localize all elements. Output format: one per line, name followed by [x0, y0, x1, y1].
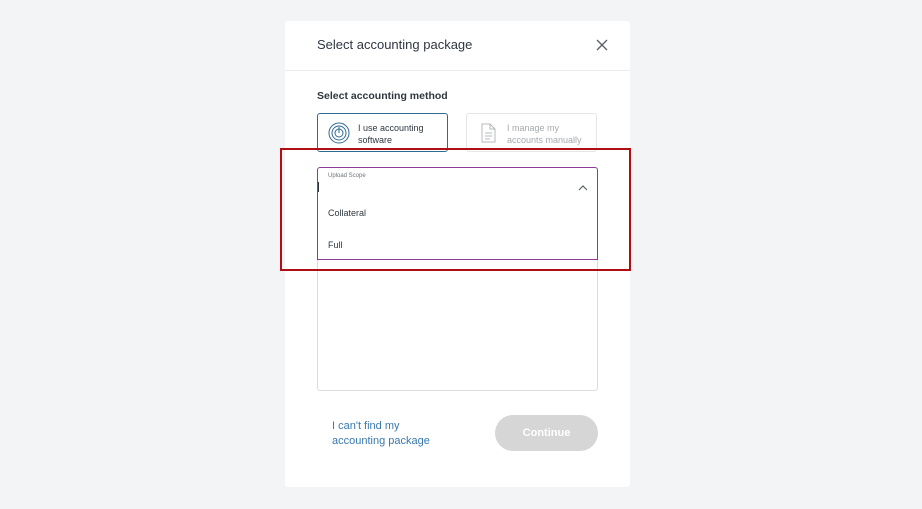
document-icon [477, 122, 499, 144]
close-icon[interactable] [595, 38, 609, 52]
method-option-manual[interactable]: I manage my accounts manually [466, 113, 597, 152]
software-disc-icon [328, 122, 350, 144]
select-accounting-package-modal: Select accounting package Select account… [285, 21, 630, 487]
continue-button[interactable]: Continue [495, 415, 598, 451]
dropdown-option-full[interactable]: Full [328, 240, 343, 250]
modal-title: Select accounting package [317, 37, 473, 52]
text-cursor [318, 182, 319, 192]
upload-scope-label: Upload Scope [328, 173, 366, 179]
accounting-method-label: Select accounting method [317, 90, 448, 102]
chevron-up-icon[interactable] [578, 179, 588, 191]
accounting-package-list [317, 260, 598, 391]
upload-scope-dropdown: Collateral Full [317, 199, 598, 260]
upload-scope-select[interactable]: Upload Scope [317, 167, 598, 200]
cant-find-package-link[interactable]: I can't find my accounting package [332, 419, 452, 449]
modal-header: Select accounting package [285, 21, 630, 71]
dropdown-option-collateral[interactable]: Collateral [328, 208, 366, 218]
method-option-software[interactable]: I use accounting software [317, 113, 448, 152]
method-option-software-label: I use accounting software [358, 123, 424, 145]
method-option-manual-label: I manage my accounts manually [507, 123, 582, 145]
